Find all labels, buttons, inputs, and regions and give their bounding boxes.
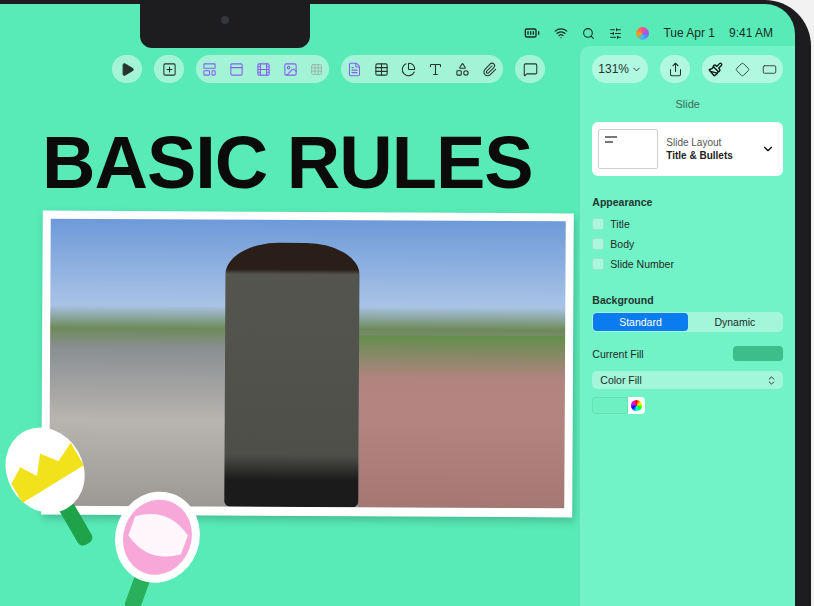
comment-icon bbox=[523, 62, 538, 77]
share-button[interactable] bbox=[660, 55, 690, 83]
grid-icon[interactable] bbox=[310, 63, 323, 76]
slide-title[interactable]: BASIC RULES bbox=[42, 126, 579, 200]
new-layout-icon[interactable] bbox=[202, 62, 217, 77]
current-fill-row: Current Fill bbox=[592, 346, 783, 361]
shape-icon[interactable] bbox=[455, 62, 470, 77]
add-slide-icon bbox=[162, 62, 177, 77]
format-icon[interactable] bbox=[708, 62, 723, 77]
photo-person bbox=[224, 243, 359, 508]
slide-layout-picker[interactable]: Slide LayoutTitle & Bullets bbox=[592, 122, 783, 176]
inspector-panel: 131% Slide Slide LayoutTitle & Bullets Appe… bbox=[579, 46, 795, 606]
current-fill-swatch[interactable] bbox=[733, 346, 783, 361]
menu-bar: Tue Apr 1 9:41 AM bbox=[0, 4, 795, 46]
appearance-option[interactable]: Body bbox=[592, 234, 783, 254]
appearance-option[interactable]: Slide Number bbox=[592, 254, 783, 274]
toolbar bbox=[0, 46, 579, 92]
inspector-toolbar: 131% bbox=[592, 46, 783, 92]
photo bbox=[49, 219, 565, 509]
media-icon[interactable] bbox=[256, 62, 271, 77]
page: Tue Apr 1 9:41 AM BASIC RULES 131% Slide Slid… bbox=[0, 0, 814, 606]
window-body: BASIC RULES 131% Slide Slide LayoutTitle & … bbox=[0, 46, 795, 606]
wifi-icon[interactable] bbox=[554, 26, 568, 40]
search-icon[interactable] bbox=[582, 27, 595, 40]
image-icon[interactable] bbox=[283, 62, 298, 77]
color-wheel-button[interactable] bbox=[628, 397, 645, 414]
camera bbox=[221, 16, 229, 24]
comment-button[interactable] bbox=[515, 55, 545, 83]
checkbox[interactable] bbox=[592, 238, 604, 250]
color-wheel-icon bbox=[631, 400, 642, 411]
layout-thumbnail bbox=[598, 129, 658, 169]
menu-date[interactable]: Tue Apr 1 bbox=[663, 26, 715, 40]
play-button[interactable] bbox=[112, 55, 142, 83]
screen: Tue Apr 1 9:41 AM BASIC RULES 131% Slide Slid… bbox=[0, 4, 795, 606]
background-mode[interactable]: Standard bbox=[593, 313, 687, 331]
checkbox[interactable] bbox=[592, 218, 604, 230]
chevron-down-icon bbox=[631, 64, 642, 75]
slide-canvas: BASIC RULES bbox=[0, 92, 579, 606]
photo-track bbox=[358, 335, 565, 508]
slide-tools-group bbox=[196, 55, 329, 83]
color-well[interactable] bbox=[592, 397, 783, 414]
chart-icon[interactable] bbox=[401, 62, 416, 77]
inspector-header: Slide bbox=[592, 92, 783, 122]
title-icon[interactable] bbox=[229, 62, 244, 77]
layout-text: Slide LayoutTitle & Bullets bbox=[666, 137, 753, 161]
background-mode[interactable]: Dynamic bbox=[688, 313, 782, 331]
menu-time[interactable]: 9:41 AM bbox=[729, 26, 773, 40]
chevron-down-icon bbox=[761, 142, 775, 156]
background-title: Background bbox=[592, 294, 783, 306]
appearance-title: Appearance bbox=[592, 196, 783, 208]
attachment-icon[interactable] bbox=[482, 62, 497, 77]
main-area: BASIC RULES bbox=[0, 46, 579, 606]
photo-frame[interactable] bbox=[41, 211, 574, 518]
text-icon[interactable] bbox=[428, 62, 443, 77]
play-icon bbox=[120, 62, 135, 77]
document-icon[interactable] bbox=[762, 62, 777, 77]
animate-icon[interactable] bbox=[735, 62, 750, 77]
checkbox[interactable] bbox=[592, 258, 604, 270]
notch bbox=[140, 4, 310, 48]
document-insert-icon[interactable] bbox=[347, 62, 362, 77]
battery-icon[interactable] bbox=[524, 25, 540, 41]
fill-type-popup[interactable]: Color Fill bbox=[592, 371, 783, 389]
chevrons-up-down-icon bbox=[766, 375, 777, 386]
zoom-button[interactable]: 131% bbox=[592, 55, 648, 83]
appearance-option[interactable]: Title bbox=[592, 214, 783, 234]
control-center-icon[interactable] bbox=[609, 27, 622, 40]
color-well-swatch[interactable] bbox=[592, 397, 628, 414]
laptop-bezel: Tue Apr 1 9:41 AM BASIC RULES 131% Slide Slid… bbox=[0, 0, 811, 606]
siri-icon[interactable] bbox=[636, 27, 649, 40]
add-slide-button[interactable] bbox=[154, 55, 184, 83]
inspector-tabs bbox=[702, 55, 783, 83]
table-icon[interactable] bbox=[374, 62, 389, 77]
background-mode-control: StandardDynamic bbox=[592, 312, 783, 332]
share-icon bbox=[668, 62, 683, 77]
paddles-icon[interactable] bbox=[0, 416, 220, 606]
insert-group bbox=[341, 55, 503, 83]
